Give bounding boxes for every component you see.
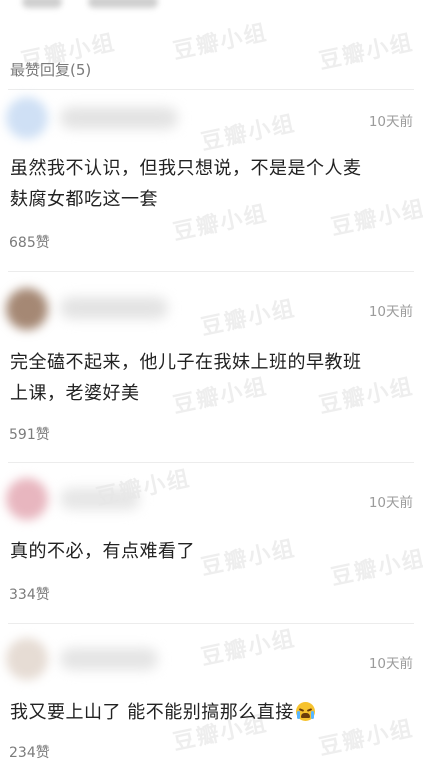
comment-time: 10天前 — [368, 304, 413, 320]
comment-body: 我又要上山了 能不能别搞那么直接 — [10, 697, 415, 728]
comment-line-text: 我又要上山了 能不能别搞那么直接 — [10, 702, 294, 723]
avatar[interactable] — [6, 288, 48, 330]
comment-body: 完全磕不起来，他儿子在我妹上班的早教班 上课，老婆好美 — [10, 347, 415, 409]
like-count[interactable]: 334赞 — [9, 584, 50, 604]
comment-line: 上课，老婆好美 — [10, 383, 140, 404]
watermark: 豆瓣小组 — [170, 20, 271, 65]
comment-line: 真的不必，有点难看了 — [10, 541, 195, 562]
divider — [8, 623, 414, 624]
watermark: 豆瓣小组 — [198, 296, 299, 341]
cut-off-header — [0, 0, 423, 14]
divider — [8, 462, 414, 463]
watermark: 豆瓣小组 — [316, 30, 417, 75]
comment-body: 虽然我不认识，但我只想说，不是是个人麦 麸腐女都吃这一套 — [10, 153, 415, 215]
avatar[interactable] — [6, 97, 48, 139]
username-blurred[interactable] — [60, 648, 158, 670]
avatar[interactable] — [6, 638, 48, 680]
comment-body: 真的不必，有点难看了 — [10, 536, 415, 567]
like-count[interactable]: 685赞 — [9, 232, 50, 252]
comment-time: 10天前 — [368, 495, 413, 511]
comments-page: 豆瓣小组 豆瓣小组 豆瓣小组 豆瓣小组 豆瓣小组 豆瓣小组 豆瓣小组 豆瓣小组 … — [0, 0, 423, 763]
divider — [8, 89, 414, 90]
crying-face-icon — [295, 702, 315, 721]
comment-line: 虽然我不认识，但我只想说，不是是个人麦 — [10, 158, 362, 179]
comment-line: 麸腐女都吃这一套 — [10, 189, 158, 210]
comment-time: 10天前 — [368, 656, 413, 672]
comment-line: 完全磕不起来，他儿子在我妹上班的早教班 — [10, 352, 362, 373]
comment-time: 10天前 — [368, 114, 413, 130]
comment-line: 我又要上山了 能不能别搞那么直接 — [10, 697, 415, 728]
avatar[interactable] — [6, 478, 48, 520]
watermark: 豆瓣小组 — [198, 626, 299, 671]
section-title: 最赞回复(5) — [10, 61, 92, 79]
username-blurred[interactable] — [60, 107, 178, 129]
username-blurred[interactable] — [60, 488, 140, 510]
divider — [8, 271, 414, 272]
username-blurred[interactable] — [60, 297, 168, 319]
watermark: 豆瓣小组 — [198, 111, 299, 156]
like-count[interactable]: 591赞 — [9, 424, 50, 444]
like-count[interactable]: 234赞 — [9, 742, 50, 762]
